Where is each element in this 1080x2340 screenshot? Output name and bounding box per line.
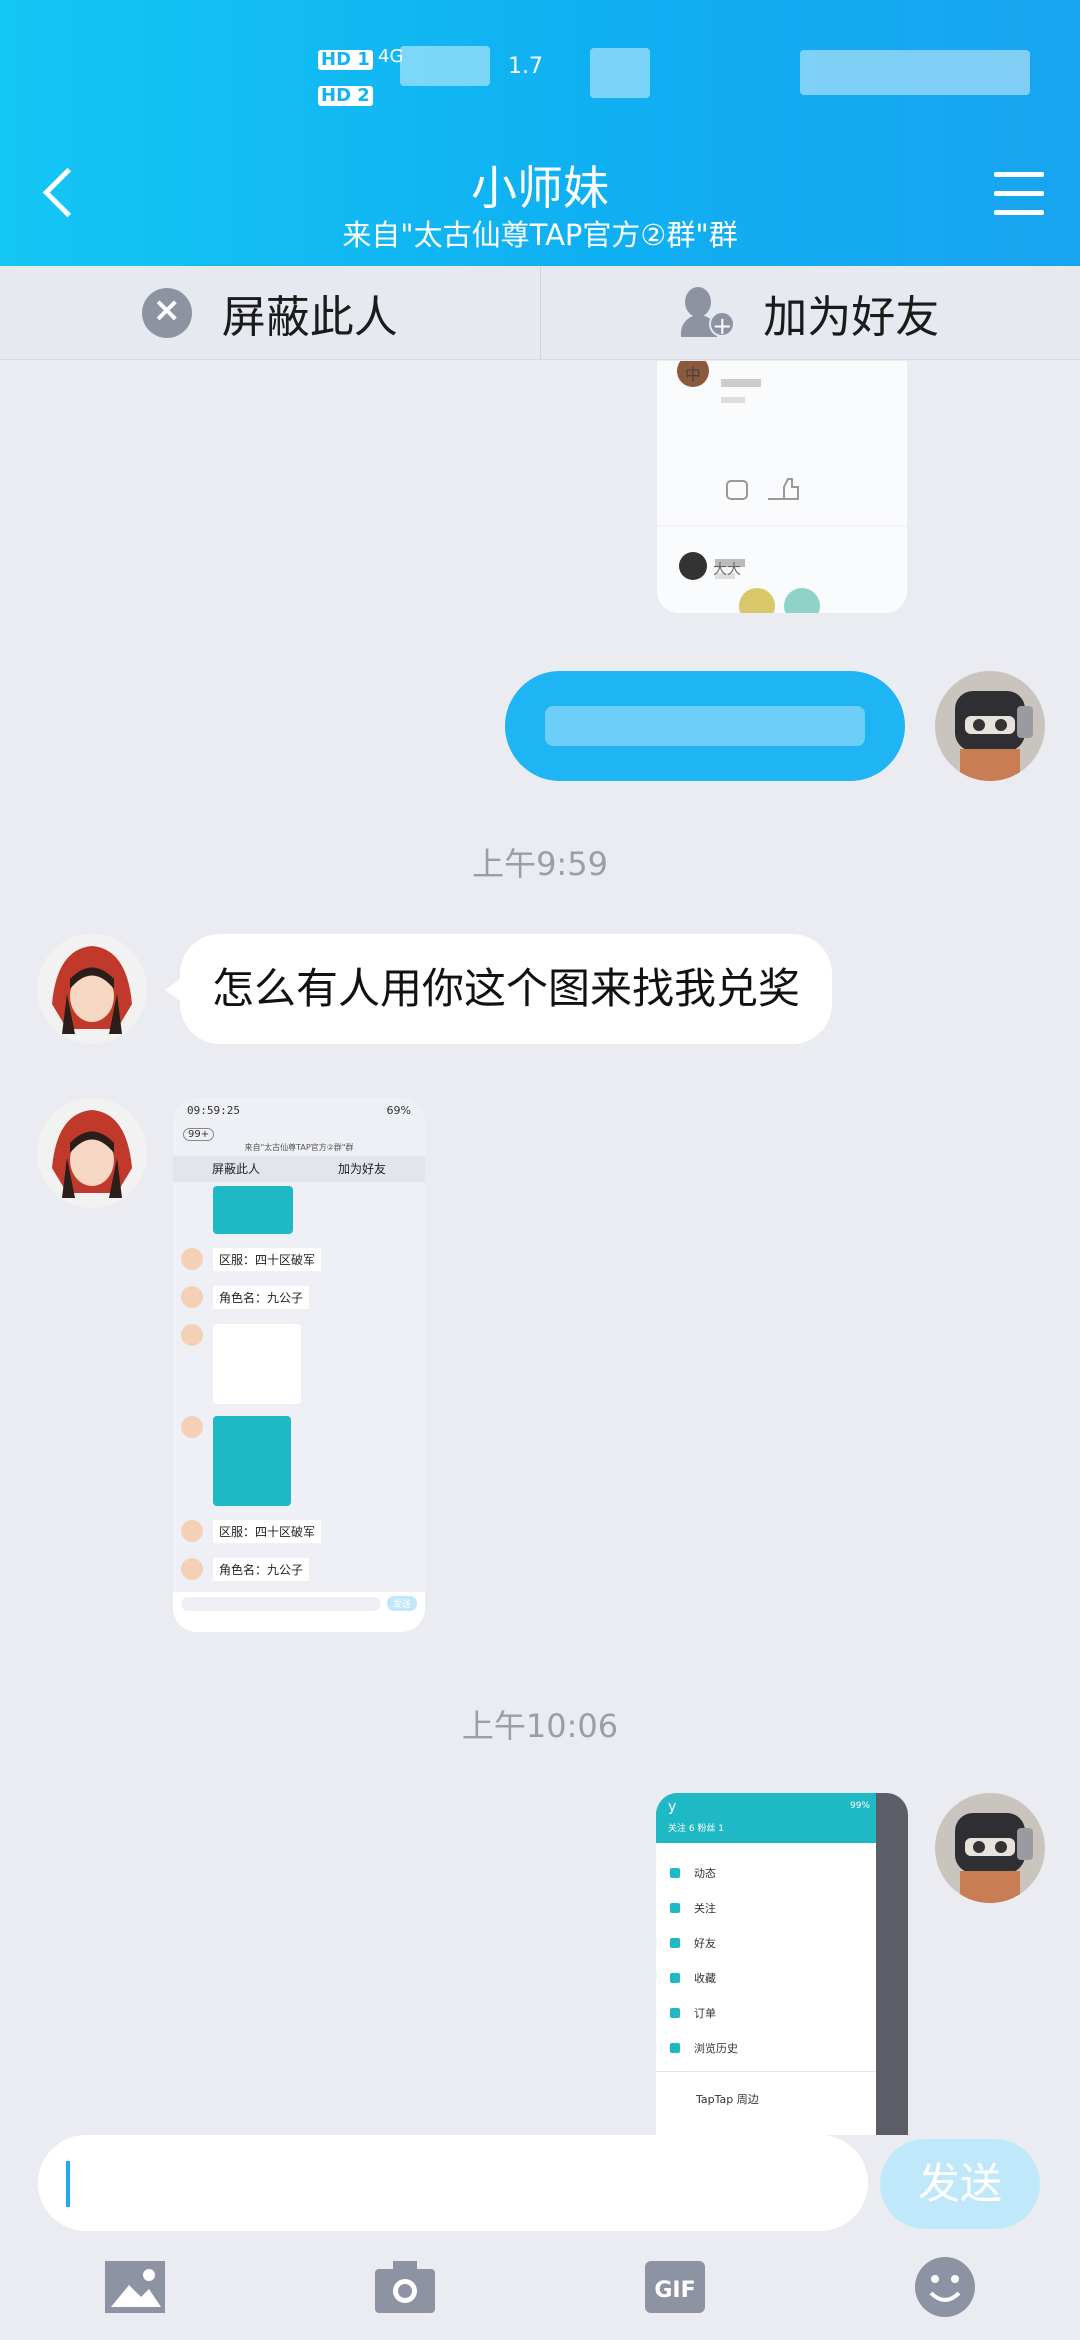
chat-area[interactable]: 中 大大 上午9:59 怎么有人用你这个图来找我兑奖 09:59:25 69% … <box>0 361 1080 2135</box>
block-label: 屏蔽此人 <box>221 291 398 343</box>
group-subtitle: 来自"太古仙尊TAP官方②群"群 <box>342 218 738 252</box>
hd2-indicator: HD 2 <box>318 86 376 106</box>
menu-item-icon <box>670 1867 680 1878</box>
action-bar: 屏蔽此人 + 加为好友 <box>0 266 1080 360</box>
shot-action-bar: 屏蔽此人 加为好友 <box>173 1156 425 1182</box>
shot2-header: y 关注 6 粉丝 1 99% <box>656 1793 876 1843</box>
shot2-menu-item: 好友 <box>656 1925 876 1960</box>
sender-avatar[interactable] <box>37 1098 147 1208</box>
menu-item-icon <box>670 1937 680 1948</box>
add-friend-button[interactable]: + 加为好友 <box>541 266 1080 359</box>
block-icon <box>141 287 192 338</box>
received-message[interactable]: 怎么有人用你这个图来找我兑奖 <box>180 934 833 1044</box>
shot-input-bar: 发送 <box>173 1592 425 1632</box>
sender-avatar[interactable] <box>37 934 147 1044</box>
shot-msg-server: 区服：四十区破军 <box>213 1248 322 1271</box>
shot-avatar <box>181 1324 203 1346</box>
shot-avatar <box>181 1248 203 1270</box>
shot-header-sub: 来自"太古仙尊TAP官方②群"群 <box>244 1143 354 1152</box>
menu-item-icon <box>670 1902 680 1913</box>
gif-label: GIF <box>654 2278 695 2303</box>
shot2-menu-item: 动态 <box>656 1855 876 1890</box>
shot-image-msg <box>213 1324 301 1404</box>
input-bar: 发送 GIF <box>0 2135 1080 2340</box>
shot-avatar <box>181 1558 203 1580</box>
sent-image-partial[interactable]: 中 大大 <box>657 361 907 613</box>
block-user-button[interactable]: 屏蔽此人 <box>0 266 541 359</box>
sent-image[interactable]: y 关注 6 粉丝 1 99% 动态 关注 好友 收藏 订单 浏览历史 TapTap 周边 <box>656 1793 908 2135</box>
menu-icon[interactable] <box>994 172 1044 216</box>
shot-teal-card <box>213 1186 293 1234</box>
post-screenshot <box>657 361 907 613</box>
network-speed: 1.7 <box>508 54 543 79</box>
send-button[interactable]: 发送 <box>880 2139 1040 2229</box>
blur-patch <box>400 46 490 86</box>
menu-item-icon <box>670 2007 680 2018</box>
image-icon[interactable] <box>103 2255 167 2319</box>
sent-bubble[interactable] <box>505 671 905 781</box>
shot2-drawer: 动态 关注 好友 收藏 订单 浏览历史 TapTap 周边 <box>656 1843 876 2135</box>
my-avatar[interactable] <box>935 671 1045 781</box>
shot-msg-role: 角色名：九公子 <box>213 1558 310 1581</box>
camera-icon[interactable] <box>373 2255 437 2319</box>
shot2-menu-item: 浏览历史 <box>656 2030 876 2065</box>
girl-avatar-icon <box>37 934 147 1044</box>
page-title: 小师妹 <box>471 161 609 215</box>
shot-avatar <box>181 1286 203 1308</box>
shot-avatar <box>181 1416 203 1438</box>
shot-avatar <box>181 1520 203 1542</box>
menu-item-icon <box>670 2042 680 2053</box>
menu-item-icon <box>670 1972 680 1983</box>
shot2-menu-item: 收藏 <box>656 1960 876 1995</box>
shot-msg-server: 区服：四十区破军 <box>213 1520 322 1543</box>
chat-header: HD 1 HD 2 4G 1.7 小师妹 来自"太古仙尊TAP官方②群"群 <box>0 0 1080 266</box>
comment-text: 中 <box>685 365 702 384</box>
shot-msg-role: 角色名：九公子 <box>213 1286 310 1309</box>
timestamp: 上午9:59 <box>472 845 608 883</box>
shot-time: 09:59:25 <box>187 1104 240 1117</box>
add-friend-icon: + <box>681 286 736 339</box>
blurred-text <box>545 706 865 746</box>
add-friend-label: 加为好友 <box>763 291 940 343</box>
received-image[interactable]: 09:59:25 69% 99+ 来自"太古仙尊TAP官方②群"群 屏蔽此人 加… <box>173 1098 425 1632</box>
shot-badge: 99+ <box>183 1128 215 1141</box>
shot2-menu-item: 关注 <box>656 1890 876 1925</box>
timestamp: 上午10:06 <box>461 1707 619 1745</box>
bottom-toolbar: GIF <box>0 2255 1080 2335</box>
shot-battery: 69% <box>386 1104 411 1117</box>
emoji-icon[interactable] <box>913 2255 977 2319</box>
girl-avatar-icon <box>37 1098 147 1208</box>
masked-avatar-icon <box>935 671 1045 781</box>
masked-avatar-icon <box>935 1793 1045 1903</box>
status-bar: HD 1 HD 2 4G 1.7 <box>0 38 1080 118</box>
gif-icon[interactable]: GIF <box>643 2255 707 2319</box>
shot-teal-card <box>213 1416 291 1506</box>
blur-patch <box>800 50 1030 95</box>
blur-patch <box>590 48 650 98</box>
message-input[interactable] <box>38 2135 868 2231</box>
text-caret <box>66 2161 70 2207</box>
shot2-menu-item: 订单 <box>656 1995 876 2030</box>
my-avatar[interactable] <box>935 1793 1045 1903</box>
hd1-indicator: HD 1 <box>318 50 376 70</box>
post-user-name: 大大 <box>713 562 741 578</box>
